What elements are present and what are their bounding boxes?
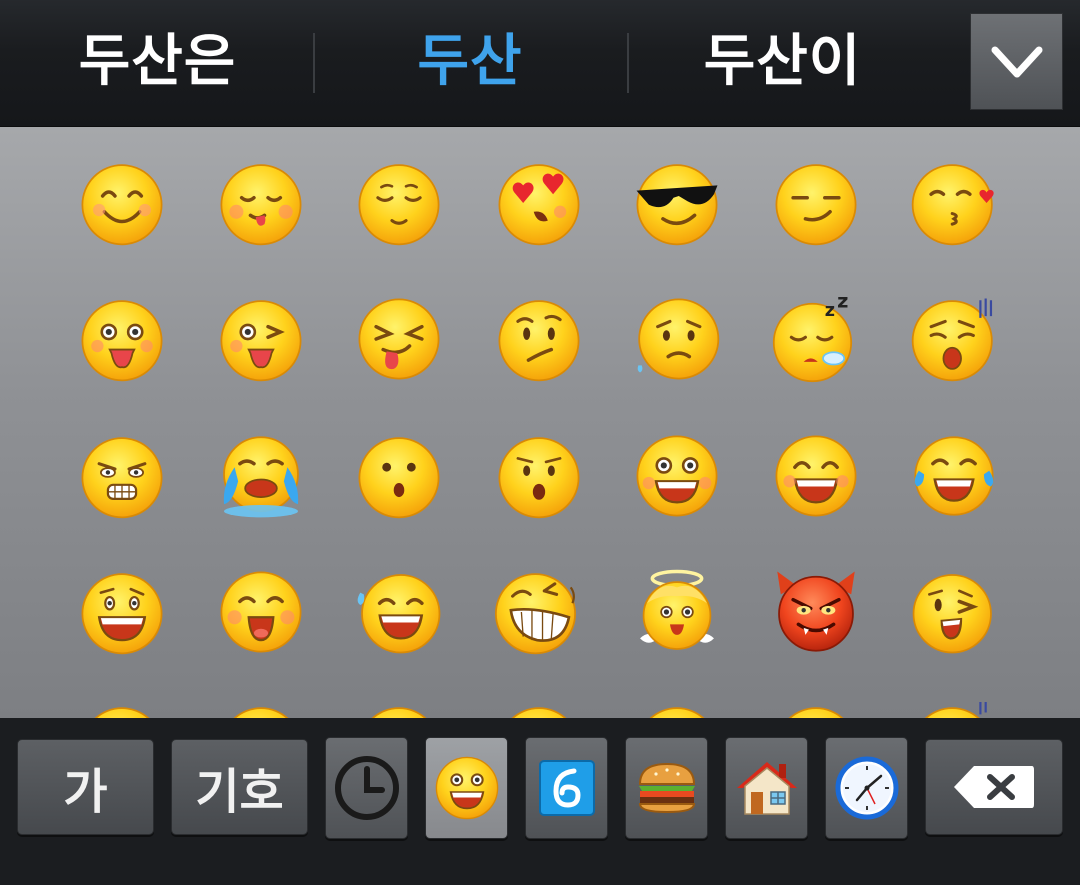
surprised-face-icon[interactable] (495, 432, 583, 520)
emoji-grid: zz (0, 127, 1080, 718)
chevron-down-icon (991, 46, 1042, 77)
sleeping-face-icon[interactable]: zz (772, 295, 860, 383)
objects-category-tab[interactable] (825, 737, 908, 839)
tears-of-joy-face-icon[interactable] (910, 432, 998, 520)
devil-face-icon[interactable] (772, 568, 860, 656)
grinning-big-eyes-face-icon[interactable] (78, 568, 166, 656)
relieved-face-icon[interactable] (355, 159, 443, 247)
suggestion-divider (313, 33, 315, 93)
suggestion-3[interactable]: 두산이 (665, 16, 900, 108)
suggestion-1[interactable]: 두산은 (40, 16, 275, 108)
smirking-face-icon[interactable] (772, 159, 860, 247)
smiley-category-tab[interactable] (425, 737, 508, 839)
hangul-key-label: 가 (63, 764, 108, 820)
symbols-key[interactable]: 기호 (171, 739, 308, 835)
recent-clock-icon (334, 756, 399, 820)
heart-eyes-face-icon[interactable] (495, 159, 583, 247)
confused-face-icon[interactable] (495, 295, 583, 383)
places-category-tab[interactable] (725, 737, 808, 839)
loudly-crying-face-icon[interactable] (217, 432, 305, 520)
objects-clock-category-icon (835, 756, 898, 820)
collapse-suggestions-button[interactable] (970, 13, 1063, 110)
partial-emoji-icon[interactable] (633, 702, 721, 718)
food-category-tab[interactable] (625, 737, 708, 839)
places-house-category-icon (736, 762, 797, 815)
backspace-icon (954, 766, 1034, 808)
svg-text:z: z (837, 295, 848, 312)
partial-emoji-icon[interactable] (78, 702, 166, 718)
suggestion-divider (627, 33, 629, 93)
nature-category-tab[interactable] (525, 737, 608, 839)
suggestion-2[interactable]: 두산 (355, 16, 585, 108)
squinting-tongue-face-icon[interactable] (355, 295, 443, 383)
emoji-keyboard-toolbar: 가 기호 (0, 718, 1080, 885)
hushed-face-icon[interactable] (355, 432, 443, 520)
angel-face-icon[interactable] (633, 568, 721, 656)
hangul-keyboard-key[interactable]: 가 (17, 739, 154, 835)
weary-face-icon[interactable] (910, 295, 998, 383)
grinning-squinting-face-icon[interactable] (772, 432, 860, 520)
svg-text:z: z (825, 301, 835, 321)
face-blowing-kiss-icon[interactable] (910, 159, 998, 247)
symbols-key-label: 기호 (195, 764, 284, 820)
smiley-category-icon (435, 756, 498, 820)
worried-face-icon[interactable] (633, 295, 721, 383)
sweat-smile-face-icon[interactable] (355, 568, 443, 656)
smiling-face-icon[interactable] (78, 159, 166, 247)
face-savoring-food-icon[interactable] (217, 159, 305, 247)
smiling-open-mouth-face-icon[interactable] (217, 568, 305, 656)
grinning-face-icon[interactable] (633, 432, 721, 520)
winking-tongue-face-icon[interactable] (217, 295, 305, 383)
winking-face-icon[interactable] (910, 568, 998, 656)
partial-emoji-icon[interactable] (772, 702, 860, 718)
backspace-key[interactable] (925, 739, 1063, 835)
grimacing-face-icon[interactable] (78, 432, 166, 520)
suggestion-bar: 두산은 두산 두산이 (0, 0, 1080, 127)
sunglasses-face-icon[interactable] (633, 159, 721, 247)
partial-emoji-icon[interactable] (355, 702, 443, 718)
laughing-face-icon[interactable] (495, 568, 583, 656)
partial-emoji-icon[interactable] (495, 702, 583, 718)
nature-swirl-category-icon (538, 760, 595, 816)
partial-emoji-icon[interactable] (910, 702, 998, 718)
partial-emoji-icon[interactable] (217, 702, 305, 718)
tongue-out-face-icon[interactable] (78, 295, 166, 383)
recent-category-tab[interactable] (325, 737, 408, 839)
food-burger-category-icon (638, 762, 695, 814)
